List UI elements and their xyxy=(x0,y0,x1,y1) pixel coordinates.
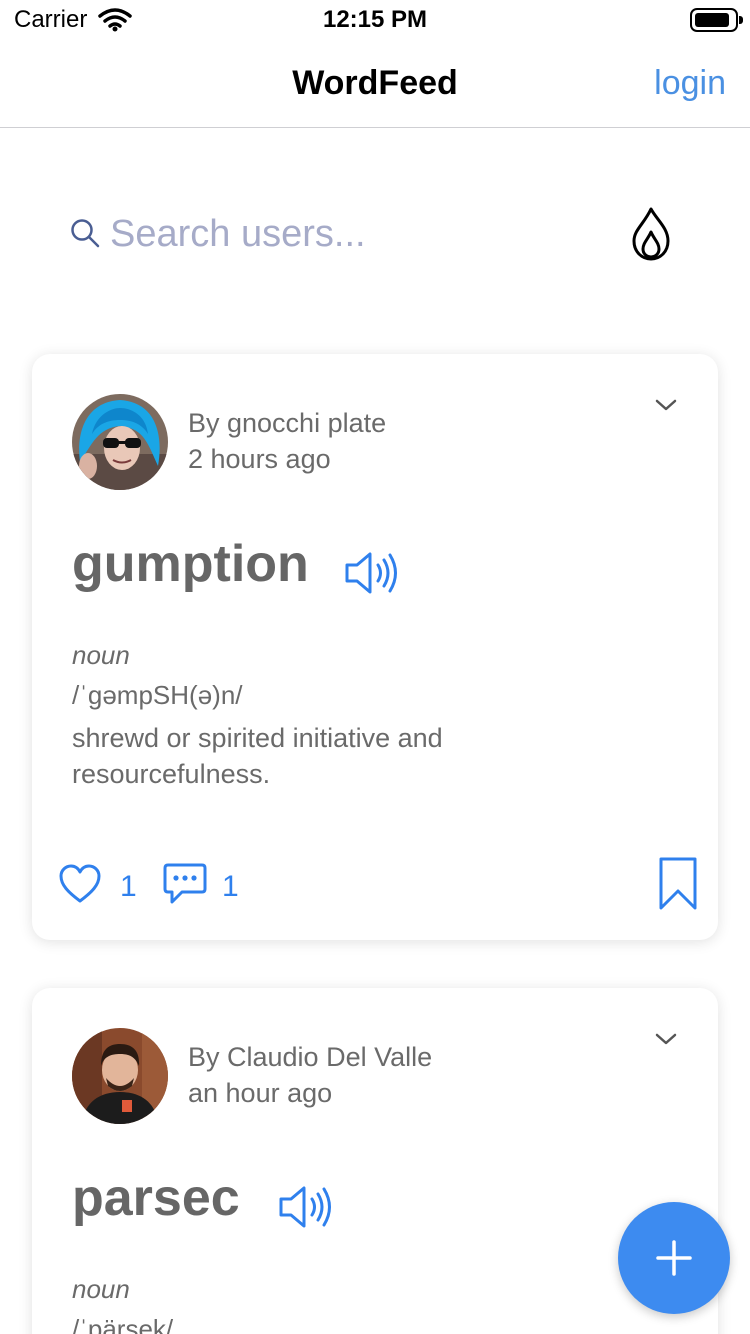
speaker-icon[interactable] xyxy=(344,550,402,596)
post-author[interactable]: By Claudio Del Valle xyxy=(188,1042,432,1073)
part-of-speech: noun xyxy=(72,640,130,670)
speaker-icon[interactable] xyxy=(278,1184,336,1230)
post-actions: 1 1 xyxy=(58,857,698,910)
status-bar: Carrier 12:15 PM xyxy=(0,0,750,40)
chevron-down-icon[interactable] xyxy=(654,1032,678,1046)
avatar[interactable] xyxy=(72,394,168,490)
search-bar xyxy=(70,207,680,261)
navigation-bar: WordFeed login xyxy=(0,40,750,128)
plus-icon xyxy=(656,1240,692,1276)
like-count: 1 xyxy=(120,870,137,903)
post-card: By Claudio Del Valle an hour ago parsec … xyxy=(32,988,718,1334)
status-time: 12:15 PM xyxy=(322,6,428,33)
bookmark-icon[interactable] xyxy=(658,856,698,912)
phonetic: /ˈgəmpSH(ə)n/ xyxy=(72,680,243,710)
app-title: WordFeed xyxy=(292,64,458,102)
comment-icon[interactable] xyxy=(162,862,208,906)
post-word: parsec xyxy=(72,1169,240,1227)
post-author[interactable]: By gnocchi plate xyxy=(188,408,386,439)
definition: shrewd or spirited initiative and resour… xyxy=(72,723,443,789)
comment-count: 1 xyxy=(222,870,239,903)
phonetic: /ˈpärsek/ xyxy=(72,1314,174,1334)
battery-icon xyxy=(690,8,743,32)
post-word: gumption xyxy=(72,535,309,593)
flame-icon[interactable] xyxy=(630,206,672,262)
post-card: By gnocchi plate 2 hours ago gumption no… xyxy=(32,354,718,940)
search-icon xyxy=(71,219,100,248)
login-button[interactable]: login xyxy=(654,64,726,103)
search-users-input[interactable] xyxy=(110,210,590,258)
post-time: an hour ago xyxy=(188,1078,333,1108)
part-of-speech: noun xyxy=(72,1274,130,1304)
avatar[interactable] xyxy=(72,1028,168,1124)
heart-icon[interactable] xyxy=(58,864,102,904)
add-word-button[interactable] xyxy=(618,1202,730,1314)
chevron-down-icon[interactable] xyxy=(654,398,678,412)
post-time: 2 hours ago xyxy=(188,444,331,474)
